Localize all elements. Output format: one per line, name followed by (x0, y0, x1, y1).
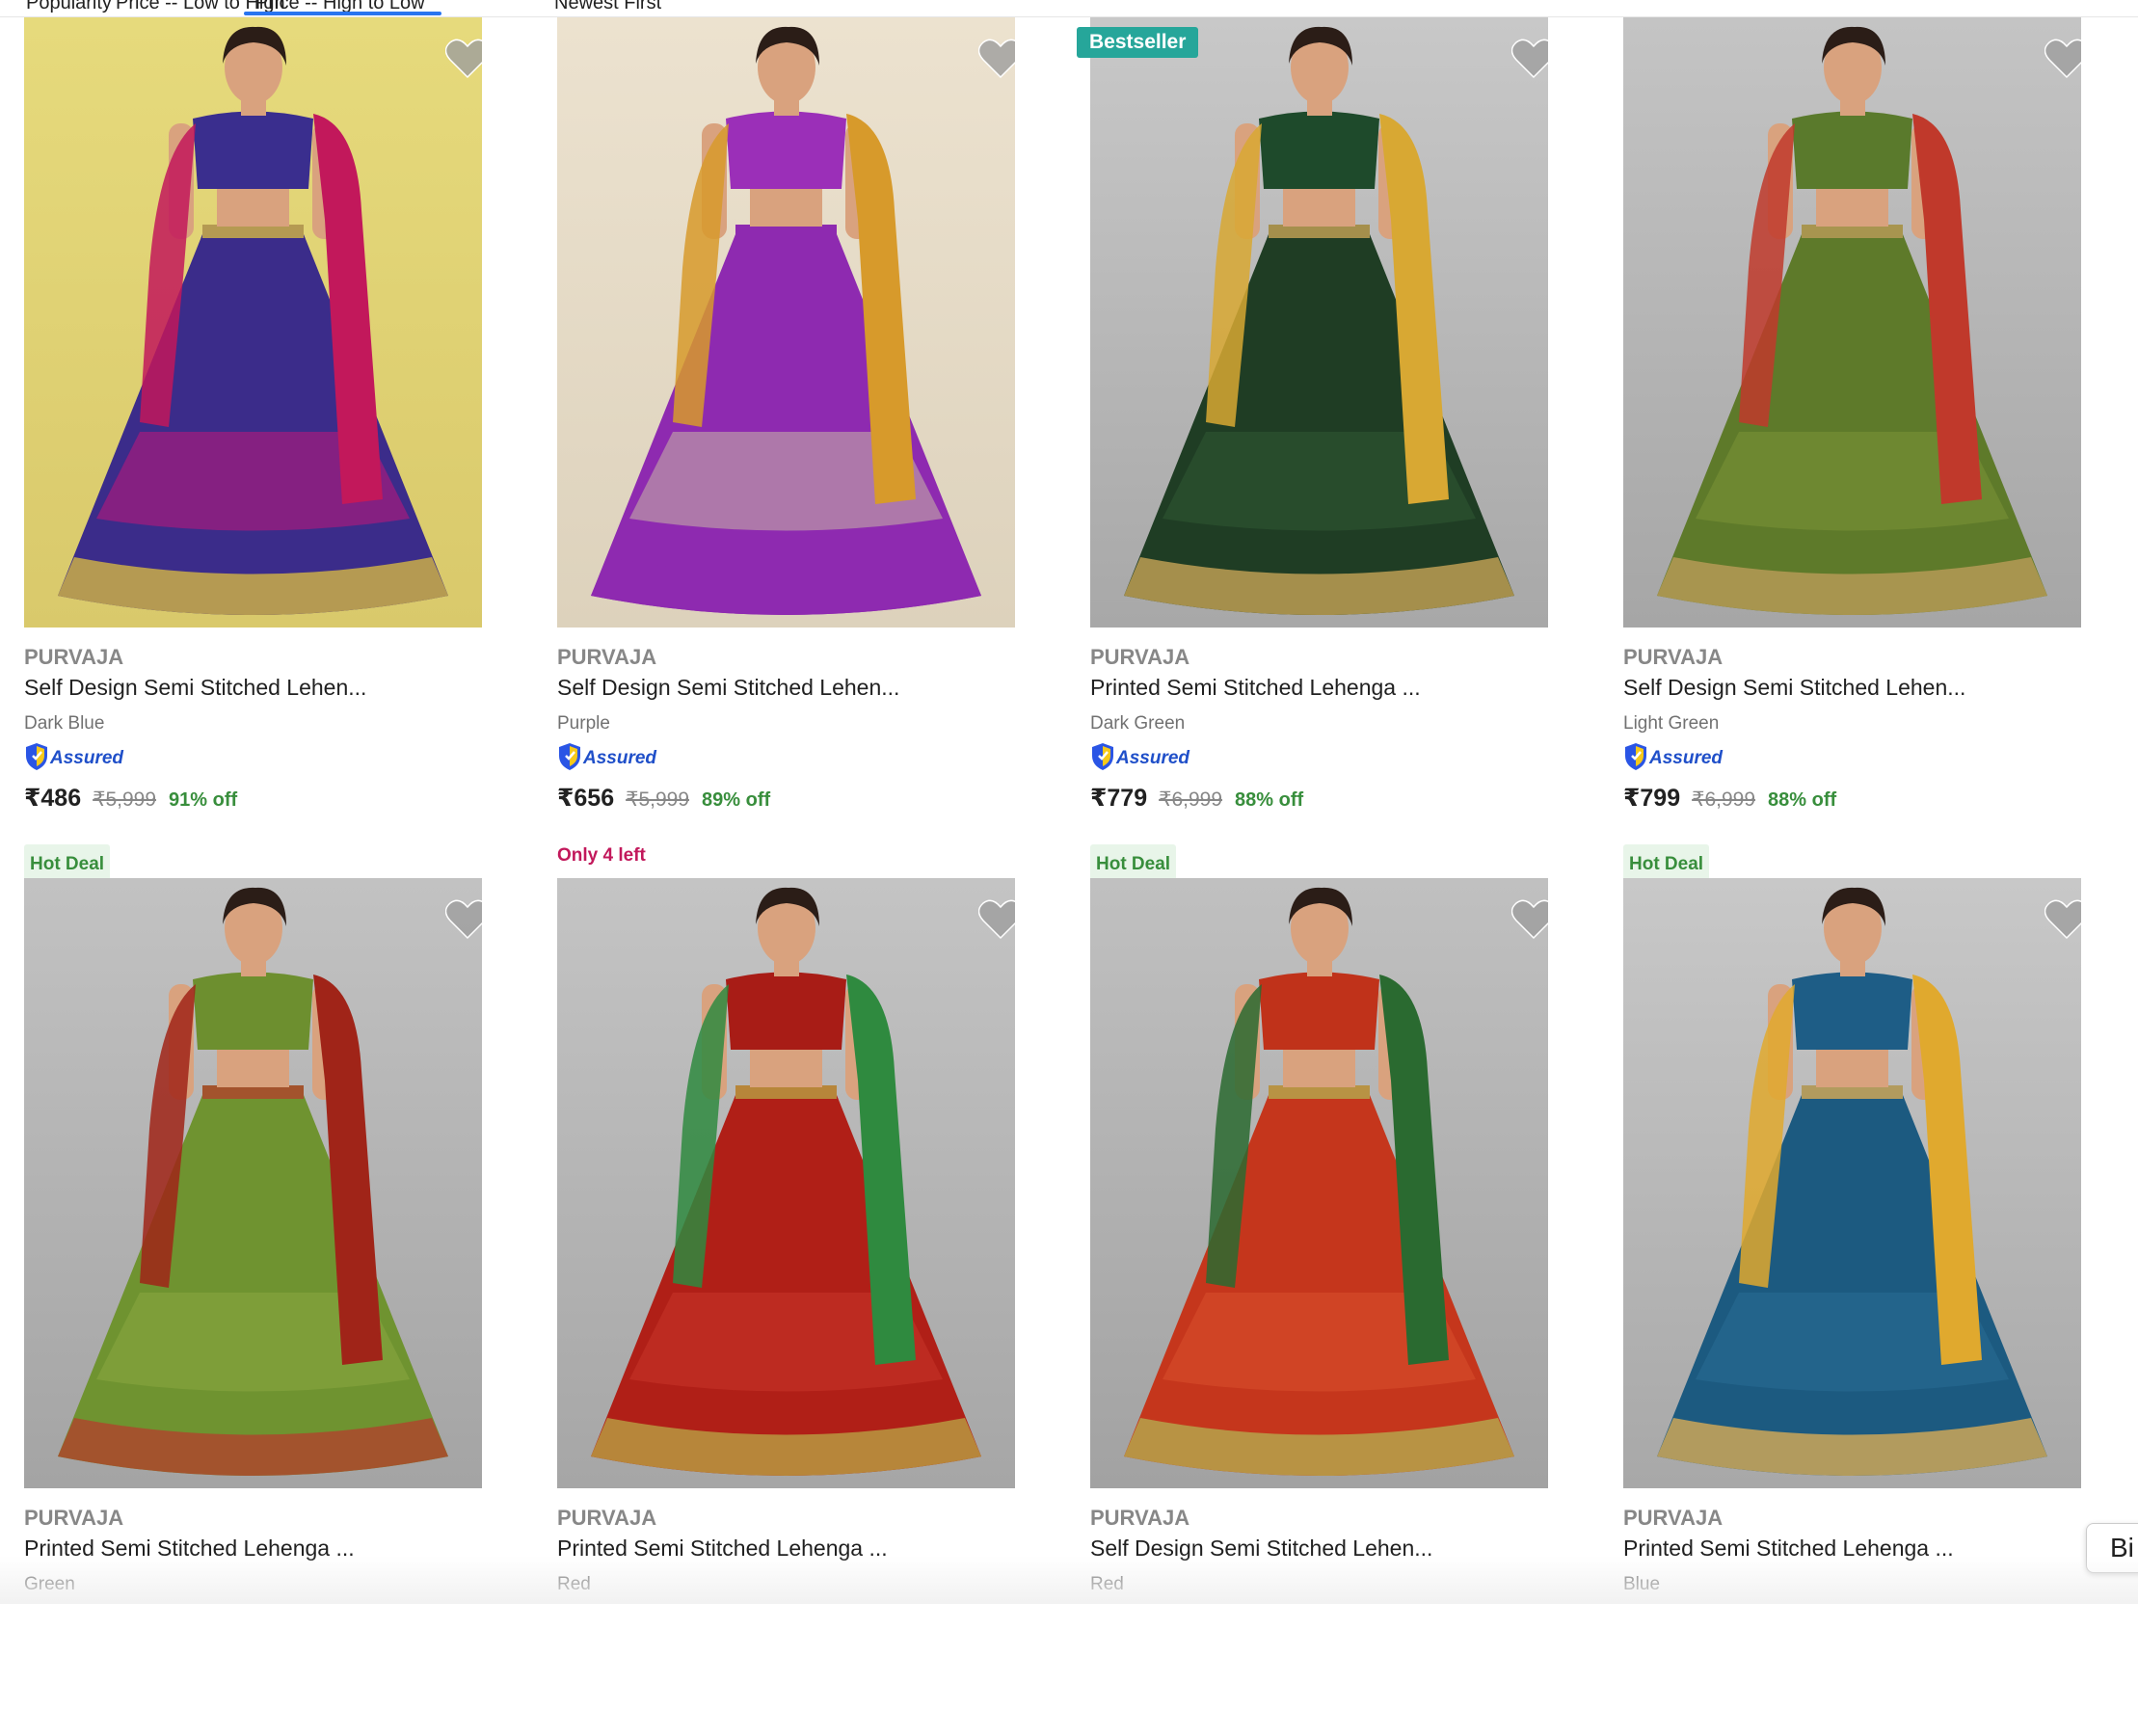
product-title[interactable]: Self Design Semi Stitched Lehen... (1090, 1536, 1432, 1562)
product-mrp: ₹6,999 (1692, 788, 1756, 811)
product-brand: PURVAJA (1623, 645, 1724, 669)
product-card[interactable]: PURVAJA Printed Semi Stitched Lehenga ...… (1623, 878, 2084, 1736)
wishlist-heart-icon[interactable] (445, 899, 482, 940)
price-row: ₹779 ₹6,999 88% off (1090, 784, 1303, 813)
product-brand: PURVAJA (1090, 1506, 1190, 1530)
product-title[interactable]: Printed Semi Stitched Lehenga ... (24, 1536, 355, 1562)
product-card[interactable]: PURVAJA Self Design Semi Stitched Lehen..… (24, 17, 485, 885)
product-image[interactable] (1090, 878, 1548, 1488)
assured-shield-icon (1090, 742, 1115, 776)
wishlist-heart-icon[interactable] (445, 39, 482, 79)
product-image[interactable] (1623, 878, 2081, 1488)
stock-status: Only 4 left (557, 845, 646, 866)
product-color: Dark Green (1090, 713, 1186, 734)
sort-tab-popularity[interactable]: Popularity (26, 0, 112, 13)
product-mrp: ₹5,999 (93, 788, 157, 811)
assured-badge: Assured (24, 742, 124, 776)
wishlist-heart-icon[interactable] (978, 899, 1015, 940)
active-sort-indicator (244, 12, 441, 15)
product-color: Green (24, 1574, 75, 1594)
assured-badge: Assured (1623, 742, 1724, 776)
wishlist-heart-icon[interactable] (2044, 39, 2081, 79)
assured-shield-icon (24, 742, 49, 776)
product-image[interactable] (557, 17, 1015, 628)
product-brand: PURVAJA (557, 1506, 657, 1530)
product-color: Light Green (1623, 713, 1720, 734)
wishlist-heart-icon[interactable] (978, 39, 1015, 79)
product-discount: 89% off (702, 789, 771, 811)
floating-chip[interactable]: Bi (2086, 1523, 2138, 1573)
wishlist-heart-icon[interactable] (1511, 39, 1548, 79)
product-price: ₹486 (24, 785, 82, 812)
product-image[interactable] (24, 878, 482, 1488)
product-discount: 88% off (1768, 789, 1837, 811)
price-row: ₹486 ₹5,999 91% off (24, 784, 237, 813)
product-brand: PURVAJA (557, 645, 657, 669)
product-card[interactable]: PURVAJA Self Design Semi Stitched Lehen..… (557, 17, 1018, 875)
assured-shield-icon (1623, 742, 1648, 776)
sort-bar: Popularity Price -- Low to High Price --… (0, 0, 2138, 17)
product-brand: PURVAJA (24, 1506, 124, 1530)
wishlist-heart-icon[interactable] (1511, 899, 1548, 940)
assured-badge: Assured (557, 742, 657, 776)
product-color: Blue (1623, 1574, 1661, 1594)
product-price: ₹799 (1623, 785, 1681, 812)
product-discount: 88% off (1235, 789, 1304, 811)
product-title[interactable]: Printed Semi Stitched Lehenga ... (1090, 675, 1421, 701)
product-title[interactable]: Self Design Semi Stitched Lehen... (557, 675, 899, 701)
product-title[interactable]: Printed Semi Stitched Lehenga ... (557, 1536, 888, 1562)
product-title[interactable]: Self Design Semi Stitched Lehen... (24, 675, 366, 701)
assured-label: Assured (1649, 748, 1724, 768)
price-row: ₹799 ₹6,999 88% off (1623, 784, 1836, 813)
assured-label: Assured (50, 748, 124, 768)
product-title[interactable]: Self Design Semi Stitched Lehen... (1623, 675, 1965, 701)
product-color: Dark Blue (24, 713, 105, 734)
price-row: ₹656 ₹5,999 89% off (557, 784, 770, 813)
product-card[interactable]: PURVAJA Self Design Semi Stitched Lehen..… (1623, 17, 2084, 885)
product-card[interactable]: PURVAJA Self Design Semi Stitched Lehen..… (1090, 878, 1551, 1736)
product-title[interactable]: Printed Semi Stitched Lehenga ... (1623, 1536, 1954, 1562)
product-color: Red (1090, 1574, 1124, 1594)
product-brand: PURVAJA (1623, 1506, 1724, 1530)
assured-label: Assured (583, 748, 657, 768)
product-card[interactable]: Bestseller PURVAJA Printed Semi Stitched L… (1077, 17, 1551, 885)
sort-tab-newest[interactable]: Newest First (554, 0, 661, 13)
product-price: ₹779 (1090, 785, 1148, 812)
product-discount: 91% off (169, 789, 238, 811)
assured-label: Assured (1116, 748, 1190, 768)
product-price: ₹656 (557, 785, 615, 812)
assured-shield-icon (557, 742, 582, 776)
product-color: Red (557, 1574, 591, 1594)
product-card[interactable]: PURVAJA Printed Semi Stitched Lehenga ...… (557, 878, 1018, 1736)
product-brand: PURVAJA (1090, 645, 1190, 669)
product-color: Purple (557, 713, 610, 734)
product-mrp: ₹6,999 (1159, 788, 1223, 811)
product-image[interactable] (1623, 17, 2081, 628)
product-mrp: ₹5,999 (626, 788, 690, 811)
wishlist-heart-icon[interactable] (2044, 899, 2081, 940)
bestseller-badge: Bestseller (1077, 27, 1199, 58)
assured-badge: Assured (1090, 742, 1190, 776)
product-brand: PURVAJA (24, 645, 124, 669)
product-image[interactable] (557, 878, 1015, 1488)
product-image[interactable] (24, 17, 482, 628)
product-image[interactable] (1090, 17, 1548, 628)
product-card[interactable]: PURVAJA Printed Semi Stitched Lehenga ...… (24, 878, 485, 1736)
